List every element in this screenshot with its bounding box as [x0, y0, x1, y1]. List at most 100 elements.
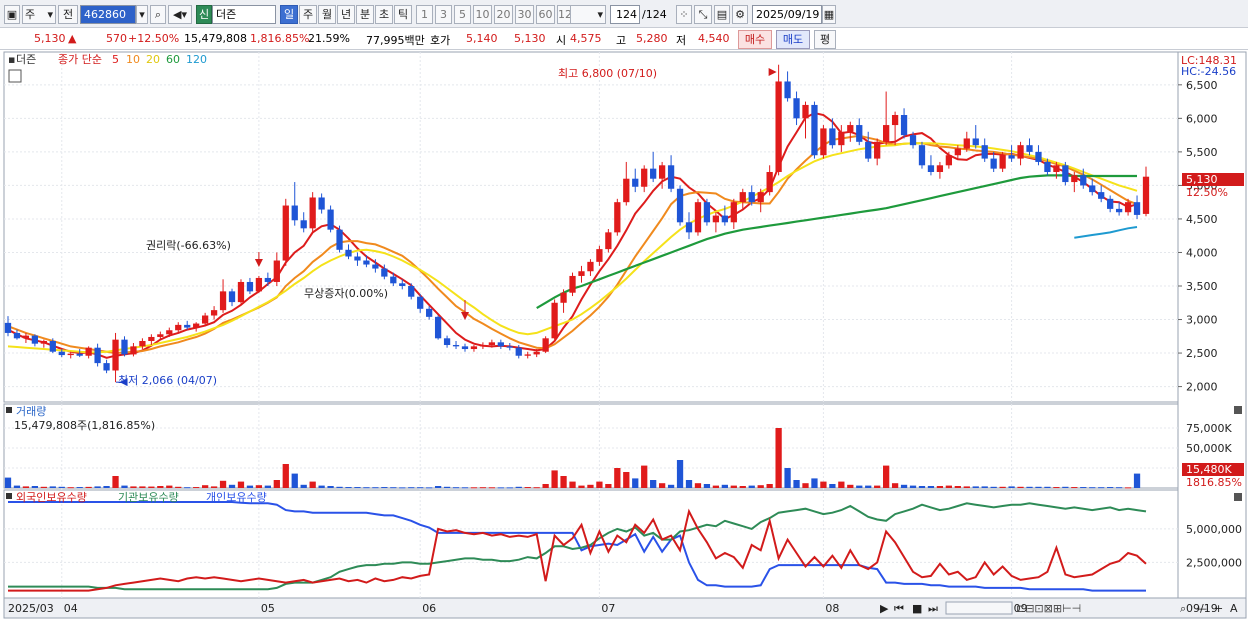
x-axis-label: 08: [825, 602, 839, 615]
interval-tab-1[interactable]: 1: [416, 5, 433, 24]
stock-name-field[interactable]: 더즌: [212, 5, 276, 24]
volume-bar: [67, 487, 74, 489]
stop-icon[interactable]: ■: [912, 602, 922, 615]
first-page-icon[interactable]: ⏮: [894, 602, 904, 615]
holdings-panel-close-icon[interactable]: [1234, 493, 1242, 501]
zoom-search-icon[interactable]: ⌕: [1180, 602, 1186, 615]
count-input[interactable]: 124: [610, 5, 640, 24]
volume-bar: [972, 486, 979, 488]
stock-chart[interactable]: 6,5006,0005,5005,0004,5004,0003,5003,000…: [0, 50, 1248, 621]
candle-body: [793, 98, 800, 119]
volume-bar: [820, 481, 827, 488]
zoom-out-icon[interactable]: —: [1196, 602, 1207, 615]
candle-body: [434, 316, 442, 339]
volume-bar: [748, 485, 755, 488]
candle-body: [820, 128, 827, 156]
sell-button[interactable]: 매도: [776, 30, 810, 49]
candle-body: [730, 202, 737, 223]
price-tick-label: 6,500: [1186, 79, 1218, 92]
volume-bar: [434, 486, 442, 488]
candle-body: [685, 222, 693, 233]
date-input[interactable]: 2025/09/19: [752, 5, 822, 24]
volume: 15,479,808: [184, 32, 247, 45]
low-annotation: 최저 2,066 (04/07): [118, 374, 217, 387]
low-label: 저: [676, 34, 687, 47]
crosshair-icon[interactable]: ⤡: [694, 5, 712, 24]
volume-bar: [587, 484, 594, 488]
gear-icon[interactable]: ⚙: [732, 5, 748, 24]
save-icon[interactable]: ▤: [714, 5, 730, 24]
chevron-down-icon[interactable]: ▾: [136, 5, 148, 24]
period-tab-3[interactable]: 년: [337, 5, 355, 24]
stock-code-input[interactable]: 462860: [80, 5, 136, 24]
speaker-icon[interactable]: ◀▾: [168, 5, 192, 24]
volume-bar: [533, 487, 540, 489]
candle-body: [282, 205, 289, 261]
eval-button[interactable]: 평: [814, 30, 836, 49]
volume-bar: [219, 480, 227, 488]
volume-panel-title: 거래량: [16, 405, 46, 418]
candle-body: [1008, 155, 1015, 159]
candle-body: [829, 128, 836, 146]
chart-area[interactable]: 6,5006,0005,5005,0004,5004,0003,5003,000…: [0, 50, 1248, 621]
candle-body: [1044, 161, 1051, 172]
volume-panel[interactable]: [3, 403, 1179, 489]
interval-tab-5[interactable]: 5: [454, 5, 471, 24]
period-tab-0[interactable]: 일: [280, 5, 298, 24]
interval-tab-30[interactable]: 30: [515, 5, 534, 24]
scrollbar-track[interactable]: [945, 601, 1013, 615]
volume-bar: [506, 487, 513, 489]
volume-badge-text: 15,480K: [1186, 463, 1232, 476]
volume-bar: [927, 486, 935, 488]
interval-tab-10[interactable]: 10: [473, 5, 492, 24]
candle-body: [569, 275, 576, 293]
volume-panel-close-icon[interactable]: [1234, 406, 1242, 414]
volume-bar: [1008, 486, 1015, 488]
candle-body: [49, 340, 56, 352]
scroll-right-icon[interactable]: ▶: [880, 602, 889, 615]
candle-body: [963, 138, 970, 149]
ma-legend-10: 10: [126, 53, 140, 66]
volume-bar: [856, 485, 863, 488]
table-icon[interactable]: [8, 69, 22, 83]
mode-select-2[interactable]: 전: [58, 5, 78, 24]
period-tab-6[interactable]: 틱: [394, 5, 412, 24]
volume-bar: [891, 483, 899, 488]
volume-bar: [291, 473, 298, 488]
period-tab-2[interactable]: 월: [318, 5, 336, 24]
candle-body: [246, 281, 254, 292]
candle-body: [210, 310, 218, 316]
search-icon[interactable]: ⌕: [150, 5, 166, 24]
volume-bar: [775, 428, 782, 488]
open-label: 시: [556, 34, 567, 47]
interval-dropdown[interactable]: ▾: [570, 5, 606, 24]
interval-tab-60[interactable]: 60: [536, 5, 555, 24]
candle-body: [399, 283, 406, 286]
price-panel[interactable]: [3, 51, 1179, 403]
hc-label: HC:-24.56: [1181, 65, 1236, 78]
zoom-tools-icon[interactable]: ⊏⊟⊡⊠⊞⊢⊣: [1016, 602, 1081, 615]
volume-bar: [40, 486, 47, 488]
grid-icon[interactable]: ⁘: [676, 5, 692, 24]
mode-select-1[interactable]: 주 ▾: [22, 5, 56, 24]
interval-tab-3[interactable]: 3: [435, 5, 452, 24]
candle-body: [309, 197, 316, 229]
last-page-icon[interactable]: ⏭: [928, 602, 938, 615]
candle-body: [58, 351, 65, 356]
candle-body: [139, 340, 146, 347]
x-axis-label: 05: [261, 602, 275, 615]
period-tab-1[interactable]: 주: [299, 5, 317, 24]
zoom-in-icon[interactable]: +: [1214, 602, 1223, 615]
buy-button[interactable]: 매수: [738, 30, 772, 49]
layout-icon[interactable]: ▣: [4, 5, 20, 24]
bonus-annotation: 무상증자(0.00%): [304, 287, 388, 300]
panel-menu-icon[interactable]: ▪: [8, 53, 15, 66]
auto-scale-icon[interactable]: A: [1230, 602, 1238, 615]
period-tab-5[interactable]: 초: [375, 5, 393, 24]
volume-bar: [909, 485, 917, 488]
period-tab-4[interactable]: 분: [356, 5, 374, 24]
interval-tab-20[interactable]: 20: [494, 5, 513, 24]
volume-bar: [148, 486, 155, 488]
volume-bar: [228, 484, 236, 488]
calendar-icon[interactable]: ▦: [822, 5, 836, 24]
